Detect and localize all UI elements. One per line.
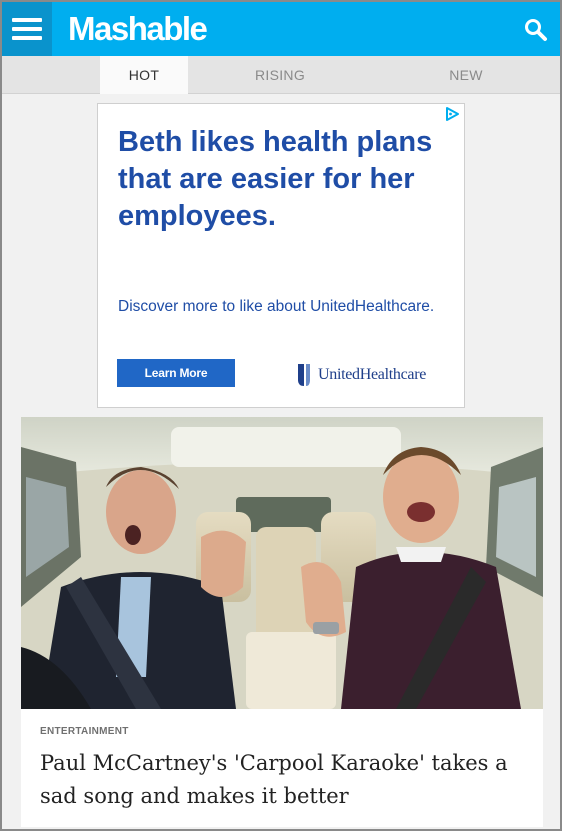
site-logo[interactable]: Mashable bbox=[68, 10, 208, 48]
tab-rising[interactable]: RISING bbox=[222, 56, 338, 94]
article-card[interactable]: ENTERTAINMENT Paul McCartney's 'Carpool … bbox=[21, 417, 543, 827]
unitedhealthcare-logo-icon bbox=[298, 364, 310, 386]
advertisement[interactable]: Beth likes health plans that are easier … bbox=[97, 103, 465, 408]
tab-new[interactable]: NEW bbox=[412, 56, 520, 94]
article-category[interactable]: ENTERTAINMENT bbox=[40, 726, 129, 737]
phone-frame: Mashable HOT RISING NEW Beth likes healt… bbox=[0, 0, 562, 831]
ad-body-text: Discover more to like about UnitedHealth… bbox=[118, 298, 435, 315]
ad-brand-logo: UnitedHealthcare bbox=[296, 360, 426, 390]
search-button[interactable] bbox=[520, 14, 552, 46]
ad-brand-name: UnitedHealthcare bbox=[318, 366, 427, 383]
article-headline[interactable]: Paul McCartney's 'Carpool Karaoke' takes… bbox=[40, 747, 535, 813]
article-hero-image[interactable] bbox=[21, 417, 543, 709]
search-icon bbox=[525, 19, 547, 41]
learn-more-button[interactable]: Learn More bbox=[117, 359, 235, 387]
adchoices-icon[interactable] bbox=[444, 106, 460, 122]
ad-headline: Beth likes health plans that are easier … bbox=[118, 126, 433, 232]
app-header: Mashable bbox=[2, 2, 560, 56]
tab-hot[interactable]: HOT bbox=[100, 56, 188, 94]
car-interior-photo bbox=[21, 417, 543, 709]
menu-button[interactable] bbox=[2, 2, 52, 56]
hamburger-menu-icon bbox=[12, 18, 42, 22]
feed-tabs: HOT RISING NEW bbox=[2, 56, 560, 94]
